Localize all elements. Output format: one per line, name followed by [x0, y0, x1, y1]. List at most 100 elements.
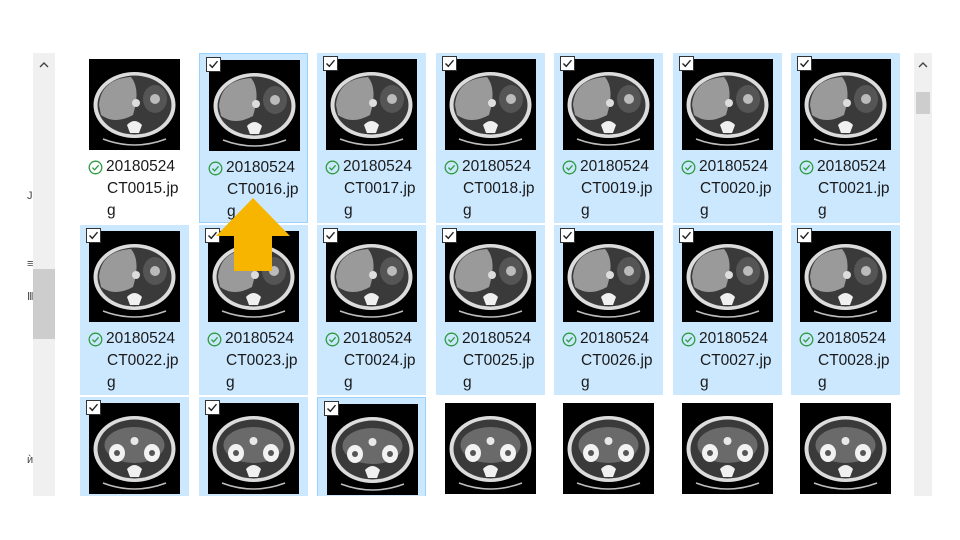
file-name-part: 20180524 [817, 330, 886, 347]
file-name-label[interactable]: 20180524 CT0026.jp g [554, 328, 663, 394]
file-tile[interactable]: 20180524 CT0025.jp g [436, 225, 545, 395]
checkbox-checked-icon[interactable] [442, 56, 457, 71]
file-thumbnail[interactable] [445, 403, 536, 494]
file-name-label[interactable]: 20180524 CT0018.jp g [436, 156, 545, 222]
file-thumbnail[interactable] [445, 59, 536, 150]
checkbox-checked-icon[interactable] [206, 57, 221, 72]
file-thumbnail[interactable] [89, 231, 180, 322]
file-tile[interactable]: 20180524 CT0026.jp g [554, 225, 663, 395]
file-name-part: CT0020.jp [700, 180, 772, 197]
file-tile[interactable]: 20180524 CT0022.jp g [80, 225, 189, 395]
file-thumbnail[interactable] [563, 59, 654, 150]
file-name-label[interactable]: 20180524 CT0015.jp g [80, 156, 189, 222]
sync-ok-icon [681, 332, 696, 346]
file-thumbnail[interactable] [682, 59, 773, 150]
file-tile[interactable]: 20180524 CT0021.jp g [791, 53, 900, 223]
file-tile[interactable] [791, 397, 900, 496]
ct-scan-thumbnail [93, 72, 176, 146]
file-name-part: CT0021.jp [818, 180, 890, 197]
sync-ok-icon [799, 332, 814, 346]
file-tile[interactable]: 20180524 CT0027.jp g [673, 225, 782, 395]
file-tile[interactable]: 20180524 CT0015.jp g [80, 53, 189, 223]
file-thumbnail[interactable] [209, 60, 300, 151]
file-name-part: 20180524 [462, 330, 531, 347]
file-thumbnail[interactable] [327, 404, 418, 495]
right-scrollbar[interactable] [914, 53, 932, 496]
checkbox-checked-icon[interactable] [560, 228, 575, 243]
file-thumbnail[interactable] [89, 59, 180, 150]
file-thumbnail[interactable] [800, 231, 891, 322]
file-name-part: g [226, 374, 235, 391]
checkbox-checked-icon[interactable] [323, 228, 338, 243]
file-thumbnail[interactable] [682, 231, 773, 322]
checkbox-checked-icon[interactable] [797, 228, 812, 243]
file-tile[interactable]: 20180524 CT0018.jp g [436, 53, 545, 223]
scroll-up-icon[interactable] [38, 59, 50, 71]
sync-ok-icon [562, 332, 577, 346]
ct-scan-thumbnail [686, 244, 769, 318]
file-thumbnail[interactable] [326, 59, 417, 150]
left-scroll-thumb[interactable] [33, 269, 55, 339]
file-tile[interactable] [554, 397, 663, 496]
ct-scan-thumbnail [449, 72, 532, 146]
checkbox-checked-icon[interactable] [86, 400, 101, 415]
checkbox-checked-icon[interactable] [324, 401, 339, 416]
file-name-label[interactable]: 20180524 CT0020.jp g [673, 156, 782, 222]
file-thumbnail[interactable] [563, 231, 654, 322]
file-name-label[interactable]: 20180524 CT0021.jp g [791, 156, 900, 222]
file-name-part: 20180524 [699, 158, 768, 175]
file-tile[interactable] [199, 397, 308, 496]
ct-scan-thumbnail [686, 72, 769, 146]
file-thumbnail[interactable] [326, 231, 417, 322]
file-name-part: g [463, 202, 472, 219]
checkbox-checked-icon[interactable] [797, 56, 812, 71]
file-thumbnail[interactable] [800, 403, 891, 494]
checkbox-checked-icon[interactable] [679, 228, 694, 243]
file-name-label[interactable]: 20180524 CT0022.jp g [80, 328, 189, 394]
file-tile[interactable] [673, 397, 782, 496]
file-tile[interactable]: 20180524 CT0028.jp g [791, 225, 900, 395]
left-pane-scrollbar[interactable] [33, 53, 55, 496]
file-name-label[interactable]: 20180524 CT0027.jp g [673, 328, 782, 394]
ct-scan-thumbnail [567, 416, 650, 490]
checkbox-checked-icon[interactable] [86, 228, 101, 243]
file-name-part: g [344, 374, 353, 391]
scroll-up-icon[interactable] [917, 59, 929, 71]
file-name-part: 20180524 [817, 158, 886, 175]
file-tile[interactable] [80, 397, 189, 496]
file-name-label[interactable]: 20180524 CT0028.jp g [791, 328, 900, 394]
file-name-label[interactable]: 20180524 CT0017.jp g [317, 156, 426, 222]
file-thumbnail[interactable] [800, 59, 891, 150]
ct-scan-thumbnail [213, 73, 296, 147]
file-name-part: g [581, 374, 590, 391]
file-tile[interactable]: 20180524 CT0019.jp g [554, 53, 663, 223]
file-thumbnail[interactable] [682, 403, 773, 494]
file-thumbnail[interactable] [563, 403, 654, 494]
file-thumbnail[interactable] [89, 403, 180, 494]
ct-scan-thumbnail [804, 72, 887, 146]
file-name-label[interactable]: 20180524 CT0024.jp g [317, 328, 426, 394]
sync-ok-icon [88, 332, 103, 346]
file-name-label[interactable]: 20180524 CT0019.jp g [554, 156, 663, 222]
file-tile[interactable]: 20180524 CT0024.jp g [317, 225, 426, 395]
file-name-label[interactable]: 20180524 CT0023.jp g [199, 328, 308, 394]
file-tile[interactable]: 20180524 CT0020.jp g [673, 53, 782, 223]
checkbox-checked-icon[interactable] [323, 56, 338, 71]
right-scroll-thumb[interactable] [916, 92, 930, 114]
file-name-label[interactable]: 20180524 CT0025.jp g [436, 328, 545, 394]
nav-pane-text-fragment: ≡ [27, 258, 33, 270]
file-thumbnail[interactable] [208, 403, 299, 494]
file-name-part: g [700, 202, 709, 219]
checkbox-checked-icon[interactable] [679, 56, 694, 71]
checkbox-checked-icon[interactable] [560, 56, 575, 71]
file-name-part: 20180524 [462, 158, 531, 175]
file-thumbnail[interactable] [445, 231, 536, 322]
ct-scan-thumbnail [567, 72, 650, 146]
file-tile[interactable] [317, 397, 426, 496]
checkbox-checked-icon[interactable] [205, 400, 220, 415]
file-tile[interactable] [436, 397, 545, 496]
file-name-part: 20180524 [343, 158, 412, 175]
ct-scan-thumbnail [686, 416, 769, 490]
file-tile[interactable]: 20180524 CT0017.jp g [317, 53, 426, 223]
checkbox-checked-icon[interactable] [442, 228, 457, 243]
